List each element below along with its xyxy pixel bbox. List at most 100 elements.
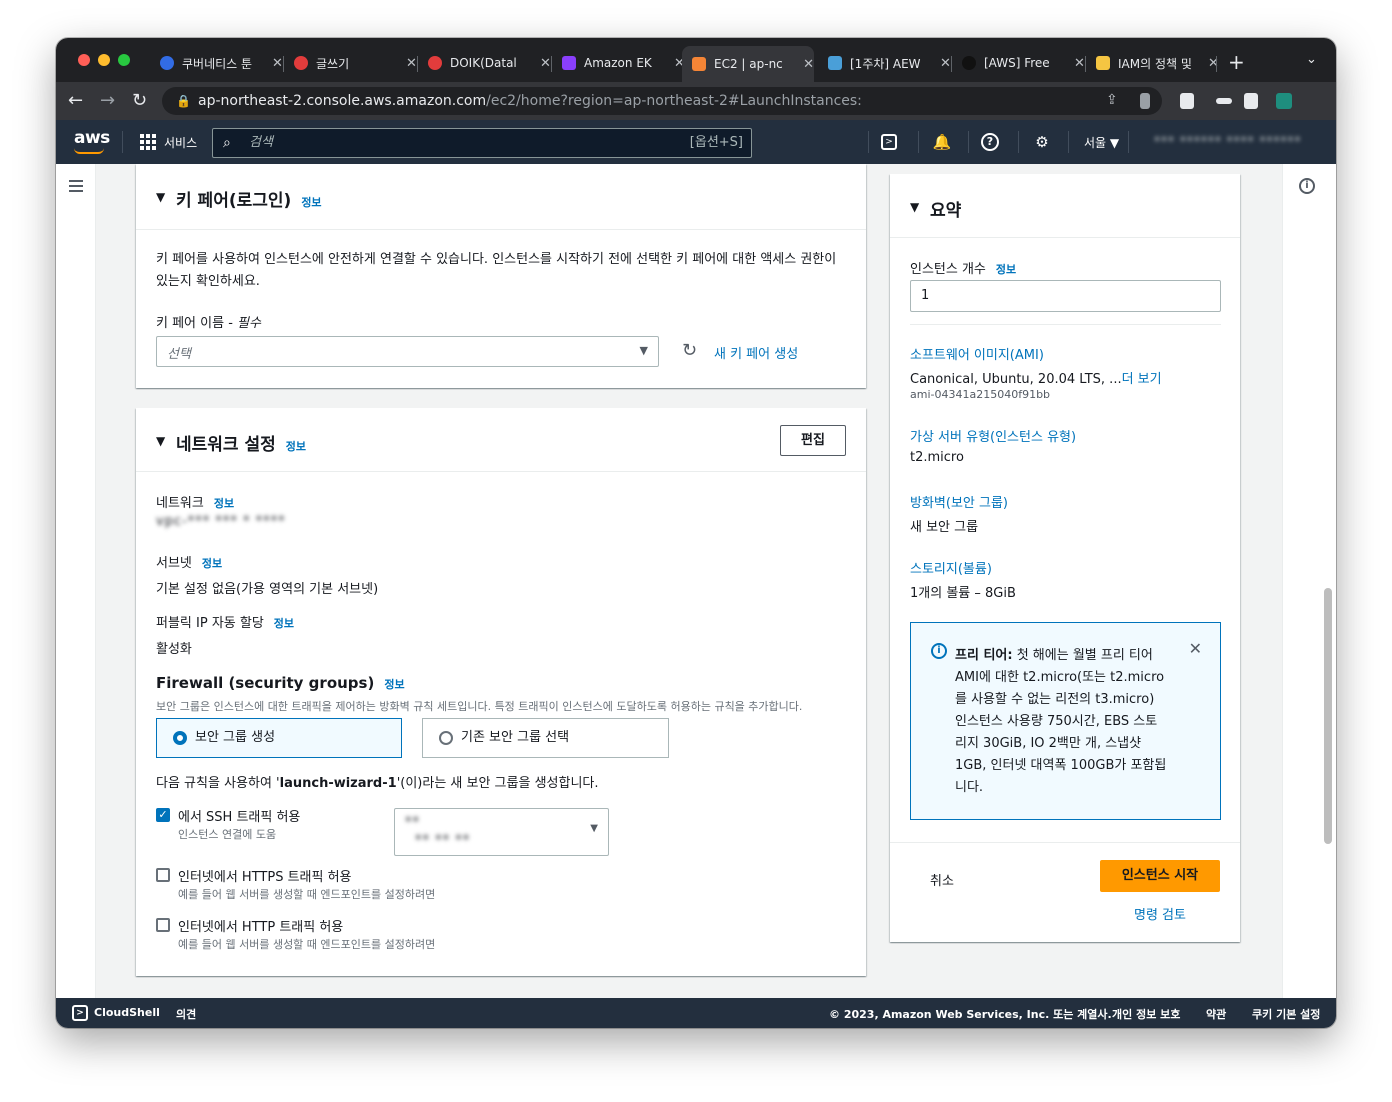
instance-count-input[interactable]: 1 (910, 280, 1221, 312)
browser-tab[interactable]: 쿠버네티스 툰 ✕ (150, 48, 283, 78)
refresh-icon[interactable]: ↻ (682, 340, 697, 361)
browser-tab-active[interactable]: EC2 | ap-nc ✕ (682, 46, 814, 82)
browser-tab[interactable]: IAM의 정책 및 ✕ (1086, 48, 1219, 78)
radio-empty-icon (439, 731, 453, 745)
edit-button[interactable]: 편집 (780, 425, 846, 456)
close-tab-icon[interactable]: ✕ (1074, 56, 1085, 71)
review-commands-link[interactable]: 명령 검토 (1134, 904, 1186, 923)
tab-favicon-icon (428, 56, 442, 70)
region-selector[interactable]: 서울 ▼ (1084, 134, 1119, 151)
info-link[interactable]: 정보 (384, 678, 404, 691)
collapse-triangle-icon[interactable]: ▼ (156, 190, 165, 204)
extension-icon[interactable] (1216, 98, 1232, 104)
instance-type-link[interactable]: 가상 서버 유형(인스턴스 유형) (910, 426, 1076, 445)
account-menu[interactable]: *** ****** **** ****** (1154, 134, 1301, 148)
minimize-window-button[interactable] (98, 54, 110, 66)
browser-tab[interactable]: Amazon EK ✕ (552, 48, 685, 78)
firewall-link[interactable]: 방화벽(보안 그룹) (910, 492, 1008, 511)
search-shortcut: [옵션+S] (689, 135, 743, 150)
free-tier-alert: i ✕ 프리 티어: 첫 해에는 월별 프리 티어 AMI에 대한 t2.mic… (910, 622, 1221, 820)
privacy-link[interactable]: 개인 정보 보호 (1112, 1006, 1180, 1022)
extension-icon[interactable] (1140, 93, 1150, 109)
summary-header[interactable]: ▼ 요약 (890, 174, 1240, 238)
terms-link[interactable]: 약관 (1206, 1006, 1226, 1022)
close-tab-icon[interactable]: ✕ (540, 56, 551, 71)
feedback-link[interactable]: 의견 (176, 1006, 196, 1022)
create-key-pair-link[interactable]: 새 키 페어 생성 (714, 343, 798, 362)
sidebar-toggle-icon[interactable] (1244, 93, 1258, 109)
browser-tab[interactable]: [AWS] Free ✕ (952, 48, 1085, 78)
cookie-preferences-link[interactable]: 쿠키 기본 설정 (1252, 1006, 1320, 1022)
back-arrow-icon[interactable]: ← (68, 91, 83, 111)
ami-value: Canonical, Ubuntu, 20.04 LTS, ...더 보기 (910, 372, 1162, 387)
http-checkbox[interactable] (156, 918, 170, 932)
create-security-group-option[interactable]: 보안 그룹 생성 (156, 718, 402, 758)
aws-logo[interactable]: aws (74, 128, 110, 148)
caret-down-icon: ▼ (639, 344, 648, 357)
radio-selected-icon (173, 731, 187, 745)
info-link[interactable]: 정보 (202, 557, 222, 570)
new-tab-icon[interactable]: + (1228, 50, 1245, 74)
key-pair-select[interactable]: 선택 ▼ (156, 336, 659, 367)
notifications-bell-icon[interactable]: 🔔 (931, 131, 953, 153)
subnet-value: 기본 설정 없음(가용 영역의 기본 서브넷) (156, 582, 379, 597)
collapse-triangle-icon[interactable]: ▼ (156, 434, 165, 448)
address-bar[interactable]: 🔒 ap-northeast-2.console.aws.amazon.com/e… (162, 87, 1162, 115)
tab-search-chevron-icon[interactable]: ⌄ (1306, 52, 1317, 67)
left-navigation-rail (56, 164, 96, 998)
ssh-checkbox[interactable]: ✓ (156, 808, 170, 822)
url-host: ap-northeast-2.console.aws.amazon.com (198, 93, 487, 109)
ssh-description: 인스턴스 연결에 도움 (178, 828, 277, 841)
info-panel-icon[interactable]: i (1299, 178, 1315, 194)
close-tab-icon[interactable]: ✕ (1208, 56, 1219, 71)
cloudshell-icon[interactable]: > (72, 1005, 88, 1021)
profile-avatar-icon[interactable] (1276, 93, 1292, 109)
close-tab-icon[interactable]: ✕ (272, 56, 283, 71)
browser-tab[interactable]: 글쓰기 ✕ (284, 48, 417, 78)
existing-security-group-option[interactable]: 기존 보안 그룹 선택 (422, 718, 669, 758)
network-header[interactable]: ▼ 네트워크 설정 정보 편집 (136, 408, 866, 472)
key-pair-description-cont: 있는지 확인하세요. (156, 274, 260, 289)
info-link[interactable]: 정보 (286, 440, 306, 453)
info-link[interactable]: 정보 (214, 497, 234, 510)
puzzle-extension-icon[interactable] (1180, 93, 1194, 109)
see-more-link[interactable]: 더 보기 (1122, 372, 1162, 387)
launch-instance-button[interactable]: 인스턴스 시작 (1100, 860, 1220, 892)
help-icon[interactable]: ? (981, 133, 999, 151)
share-icon[interactable]: ⇪ (1106, 92, 1118, 108)
key-pair-name-label: 키 페어 이름 - 필수 (156, 316, 261, 331)
services-grid-icon[interactable] (140, 134, 156, 150)
select-placeholder: 선택 (167, 347, 191, 362)
tab-favicon-icon (962, 56, 976, 70)
close-tab-icon[interactable]: ✕ (406, 56, 417, 71)
close-window-button[interactable] (78, 54, 90, 66)
collapse-triangle-icon[interactable]: ▼ (910, 200, 919, 214)
info-link[interactable]: 정보 (274, 617, 294, 630)
browser-tab[interactable]: DOIK(Datal ✕ (418, 48, 551, 78)
aws-search-input[interactable]: ⌕ 검색 [옵션+S] (212, 128, 752, 158)
hamburger-menu-icon[interactable] (69, 180, 83, 182)
page-scrollbar[interactable] (1324, 588, 1332, 844)
info-link[interactable]: 정보 (996, 263, 1016, 276)
ssh-source-select[interactable]: ** ** ** ** ▼ (394, 808, 609, 856)
https-checkbox[interactable] (156, 868, 170, 882)
close-icon[interactable]: ✕ (1189, 639, 1202, 658)
settings-gear-icon[interactable]: ⚙ (1031, 131, 1053, 153)
close-tab-icon[interactable]: ✕ (940, 56, 951, 71)
info-link[interactable]: 정보 (301, 196, 321, 209)
browser-tab[interactable]: [1주차] AEW ✕ (818, 48, 951, 78)
storage-link[interactable]: 스토리지(볼륨) (910, 558, 992, 577)
browser-toolbar: ← → ↻ 🔒 ap-northeast-2.console.aws.amazon… (56, 82, 1336, 120)
cloudshell-icon[interactable]: > (881, 134, 897, 150)
ami-link[interactable]: 소프트웨어 이미지(AMI) (910, 344, 1044, 363)
tab-title: [1주차] AEW (850, 56, 921, 71)
tab-favicon-icon (562, 56, 576, 70)
maximize-window-button[interactable] (118, 54, 130, 66)
key-pair-header[interactable]: ▼ 키 페어(로그인) 정보 (136, 164, 866, 230)
services-menu[interactable]: 서비스 (164, 134, 197, 151)
forward-arrow-icon[interactable]: → (100, 91, 115, 111)
reload-icon[interactable]: ↻ (132, 91, 147, 111)
cloudshell-link[interactable]: CloudShell (94, 1006, 160, 1019)
close-tab-icon[interactable]: ✕ (803, 57, 814, 72)
cancel-button[interactable]: 취소 (930, 870, 954, 889)
